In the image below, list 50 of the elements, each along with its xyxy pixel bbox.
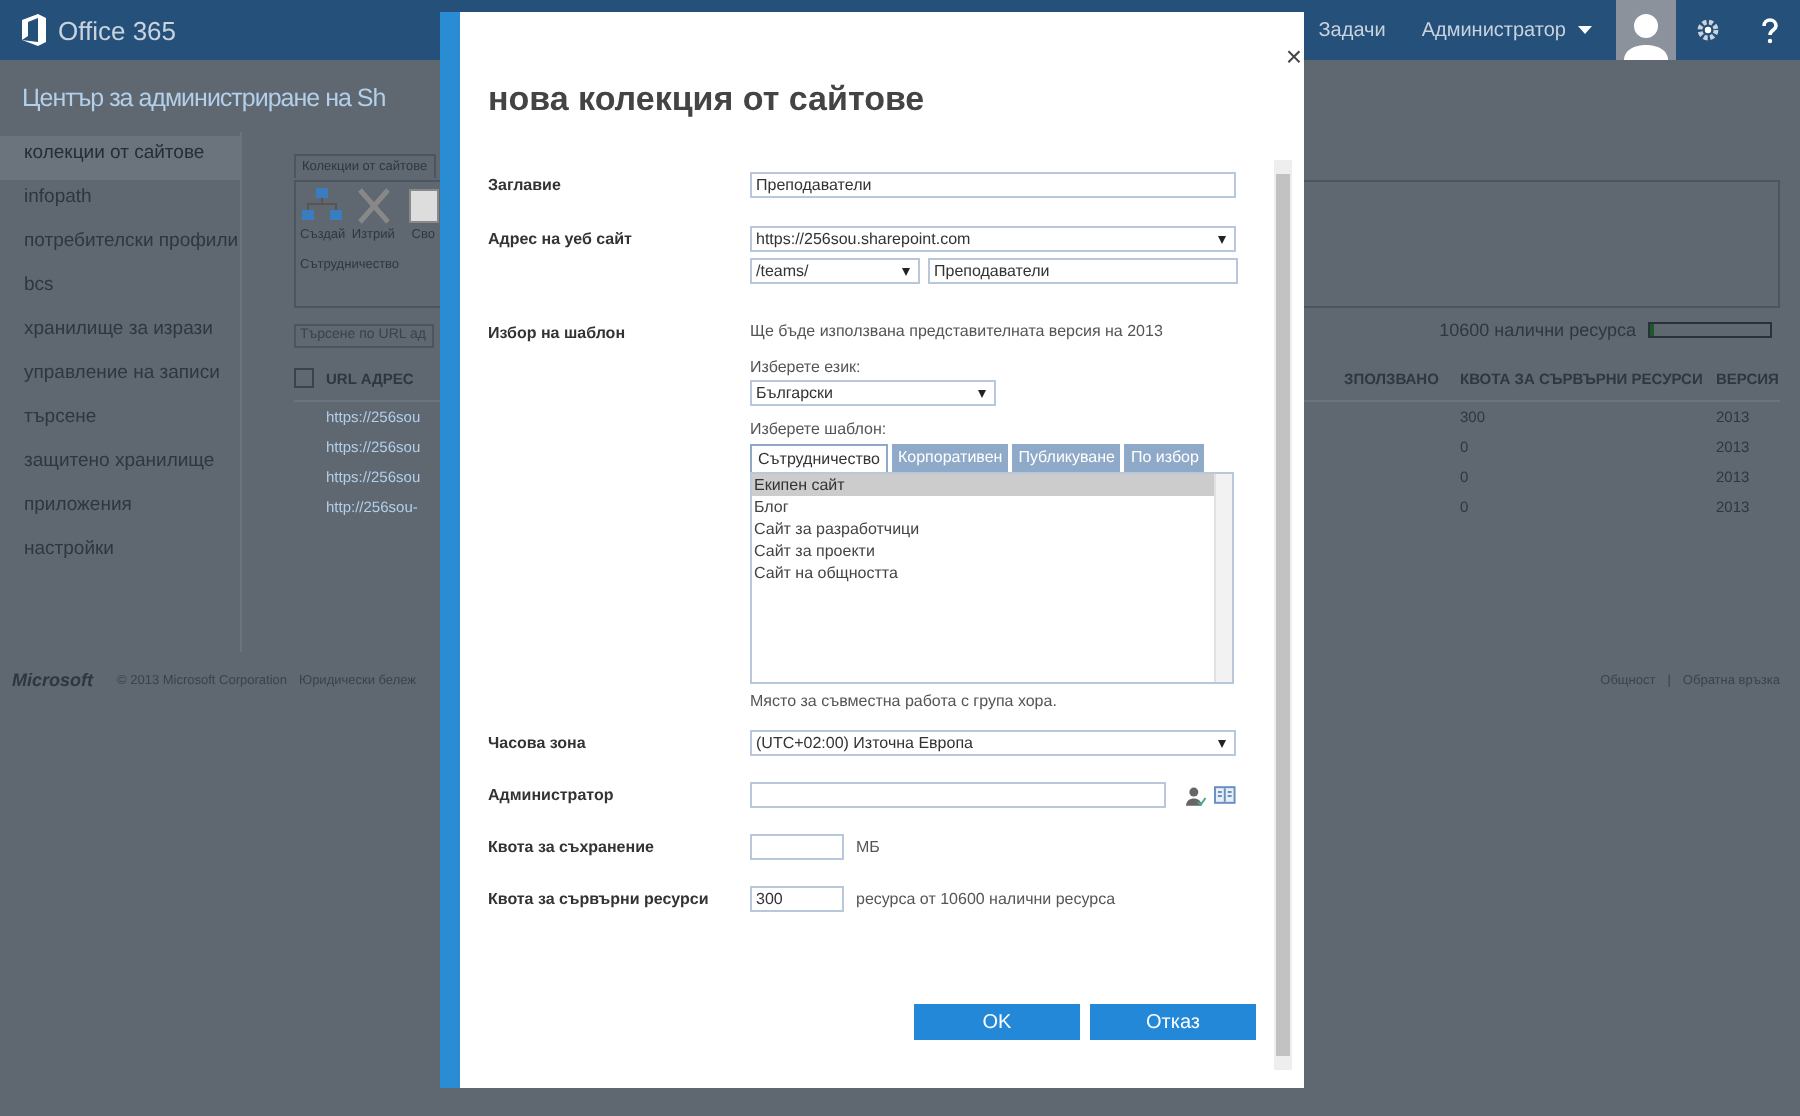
storage-quota-field[interactable] [750, 834, 844, 860]
ok-button[interactable]: OK [914, 1004, 1080, 1040]
template-note: Ще бъде използвана представителната версия на 2013 [750, 320, 1163, 344]
path-dropdown[interactable]: /teams/ [750, 258, 920, 284]
user-menu[interactable]: Администратор [1421, 19, 1592, 41]
language-label: Изберете език: [750, 356, 861, 380]
title-field[interactable]: Преподаватели [750, 172, 1236, 198]
field-label: Администратор [488, 784, 616, 808]
address-book-icon[interactable] [1214, 786, 1236, 804]
field-label: Квота за съхранение [488, 836, 656, 860]
resource-quota-field[interactable]: 300 [750, 886, 844, 912]
template-tab[interactable]: Публикуване [1012, 444, 1121, 472]
field-label: Квота за сървърни ресурси [488, 888, 711, 912]
timezone-dropdown[interactable]: (UTC+02:00) Източна Европа [750, 730, 1236, 756]
template-item[interactable]: Сайт за разработчици [752, 518, 1214, 540]
nav-link[interactable]: Задачи [1318, 19, 1386, 41]
page-title: Център за администриране на Sh [22, 84, 386, 116]
sidebar-item[interactable]: колекции от сайтове [0, 136, 240, 180]
language-dropdown[interactable]: Български [750, 380, 996, 406]
field-label: Заглавие [488, 174, 563, 198]
template-tab[interactable]: По избор [1124, 444, 1205, 472]
template-description: Място за съвместна работа с група хора. [750, 690, 1057, 714]
settings-icon[interactable] [1696, 18, 1720, 42]
field-label: Избор на шаблон [488, 322, 628, 346]
avatar[interactable] [1616, 0, 1676, 60]
template-tab[interactable]: Корпоративен [891, 444, 1009, 472]
template-tab[interactable]: Сътрудничество [750, 444, 888, 472]
dialog-title: нова колекция от сайтове [488, 80, 925, 120]
select-all-checkbox[interactable] [294, 368, 314, 388]
domain-dropdown[interactable]: https://256sou.sharepoint.com [750, 226, 1236, 252]
field-label: Часова зона [488, 732, 588, 756]
help-icon[interactable] [1760, 17, 1780, 43]
caret-icon [1578, 26, 1592, 34]
template-item[interactable]: Сайт за проекти [752, 540, 1214, 562]
app-name[interactable]: Office 365 [58, 15, 177, 45]
field-label: Адрес на уеб сайт [488, 228, 634, 252]
template-item[interactable]: Екипен сайт [752, 474, 1214, 496]
site-name-field[interactable]: Преподаватели [928, 258, 1238, 284]
list-scrollbar[interactable] [1214, 474, 1232, 682]
cancel-button[interactable]: Отказ [1090, 1004, 1256, 1040]
close-button[interactable]: × [1277, 40, 1310, 72]
template-item[interactable]: Блог [752, 496, 1214, 518]
scrollbar[interactable] [1274, 160, 1292, 1070]
unit-label: МБ [856, 835, 880, 859]
check-names-icon[interactable] [1186, 785, 1207, 805]
template-item[interactable]: Сайт на общността [752, 562, 1214, 584]
template-label: Изберете шаблон: [750, 418, 887, 442]
office-logo-icon [20, 14, 48, 46]
administrator-field[interactable] [750, 782, 1167, 808]
resource-note: ресурса от 10600 налични ресурса [856, 887, 1116, 911]
